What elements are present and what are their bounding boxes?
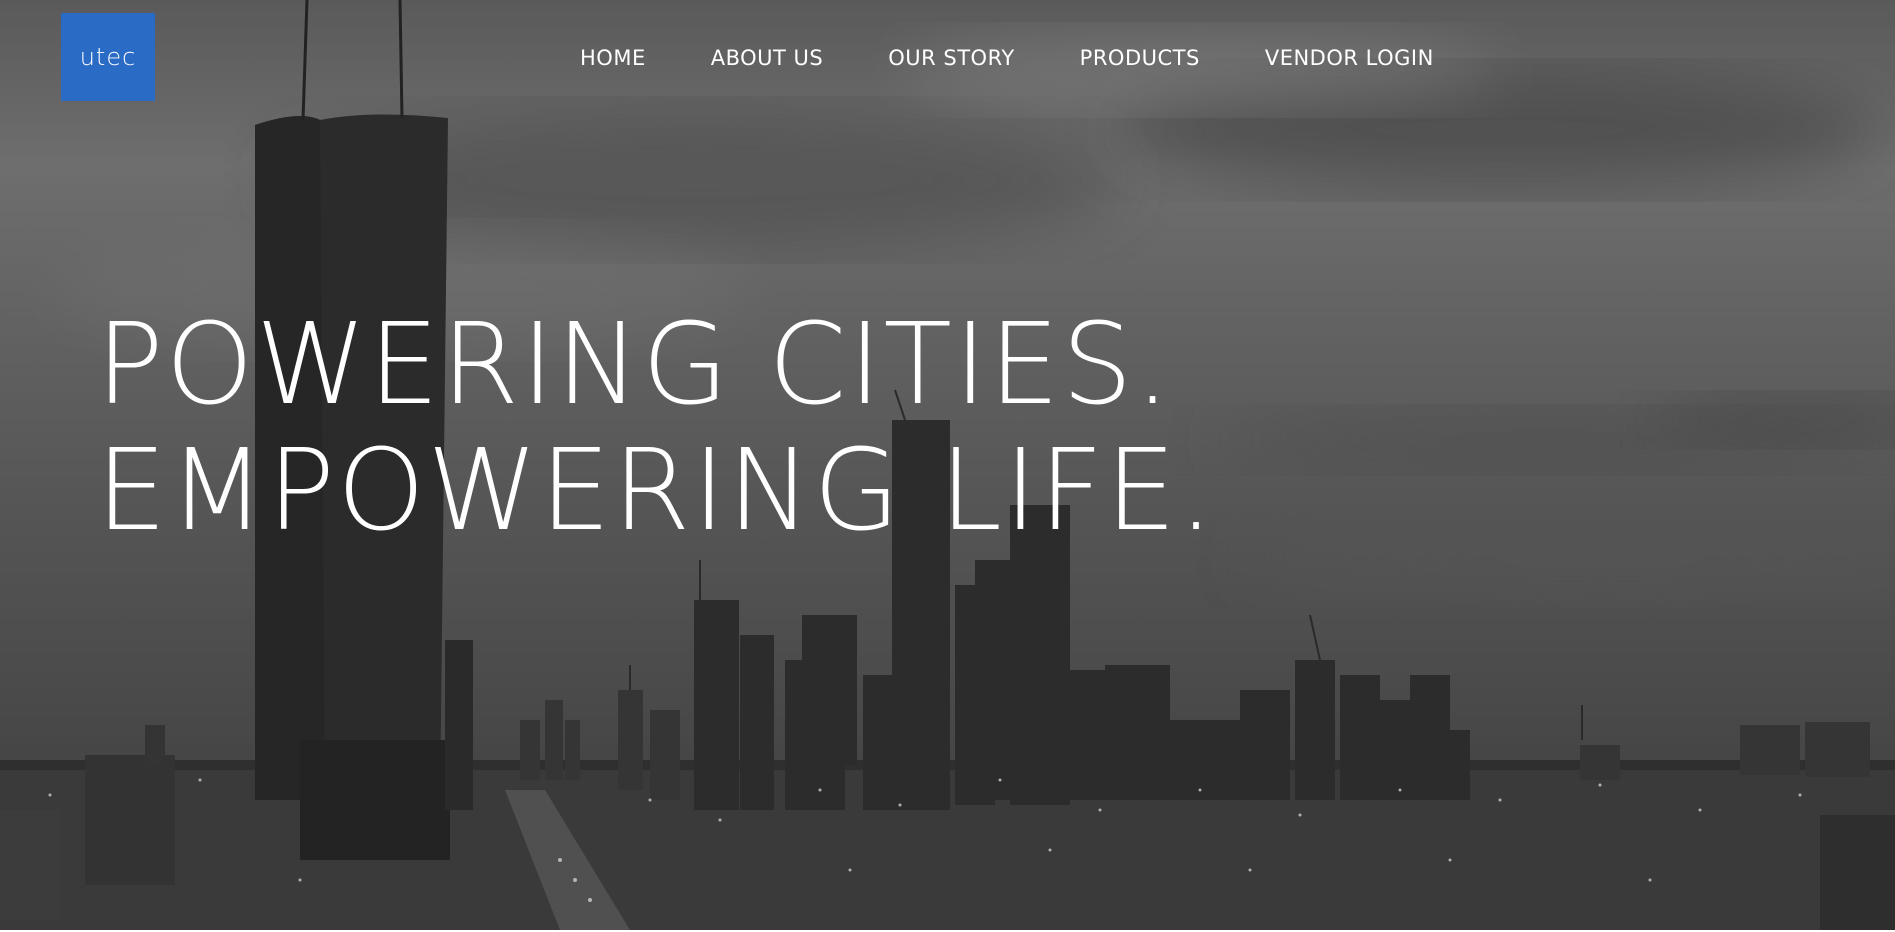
- main-nav: HOME ABOUT US OUR STORY PRODUCTS VENDOR …: [580, 46, 1499, 70]
- nav-vendor-login-link[interactable]: VENDOR LOGIN: [1265, 46, 1434, 70]
- utec-logo[interactable]: utec: [61, 13, 155, 101]
- logo-text: utec: [79, 43, 137, 71]
- nav-home-link[interactable]: HOME: [580, 46, 646, 70]
- hero-section: utec HOME ABOUT US OUR STORY PRODUCTS VE…: [0, 0, 1895, 930]
- nav-products-link[interactable]: PRODUCTS: [1080, 46, 1200, 70]
- headline-line-2: EMPOWERING LIFE.: [96, 426, 1216, 556]
- nav-about-us-link[interactable]: ABOUT US: [711, 46, 824, 70]
- nav-our-story-link[interactable]: OUR STORY: [888, 46, 1014, 70]
- headline-line-1: POWERING CITIES.: [96, 300, 1173, 430]
- hero-headline: POWERING CITIES. EMPOWERING LIFE.: [96, 302, 1216, 554]
